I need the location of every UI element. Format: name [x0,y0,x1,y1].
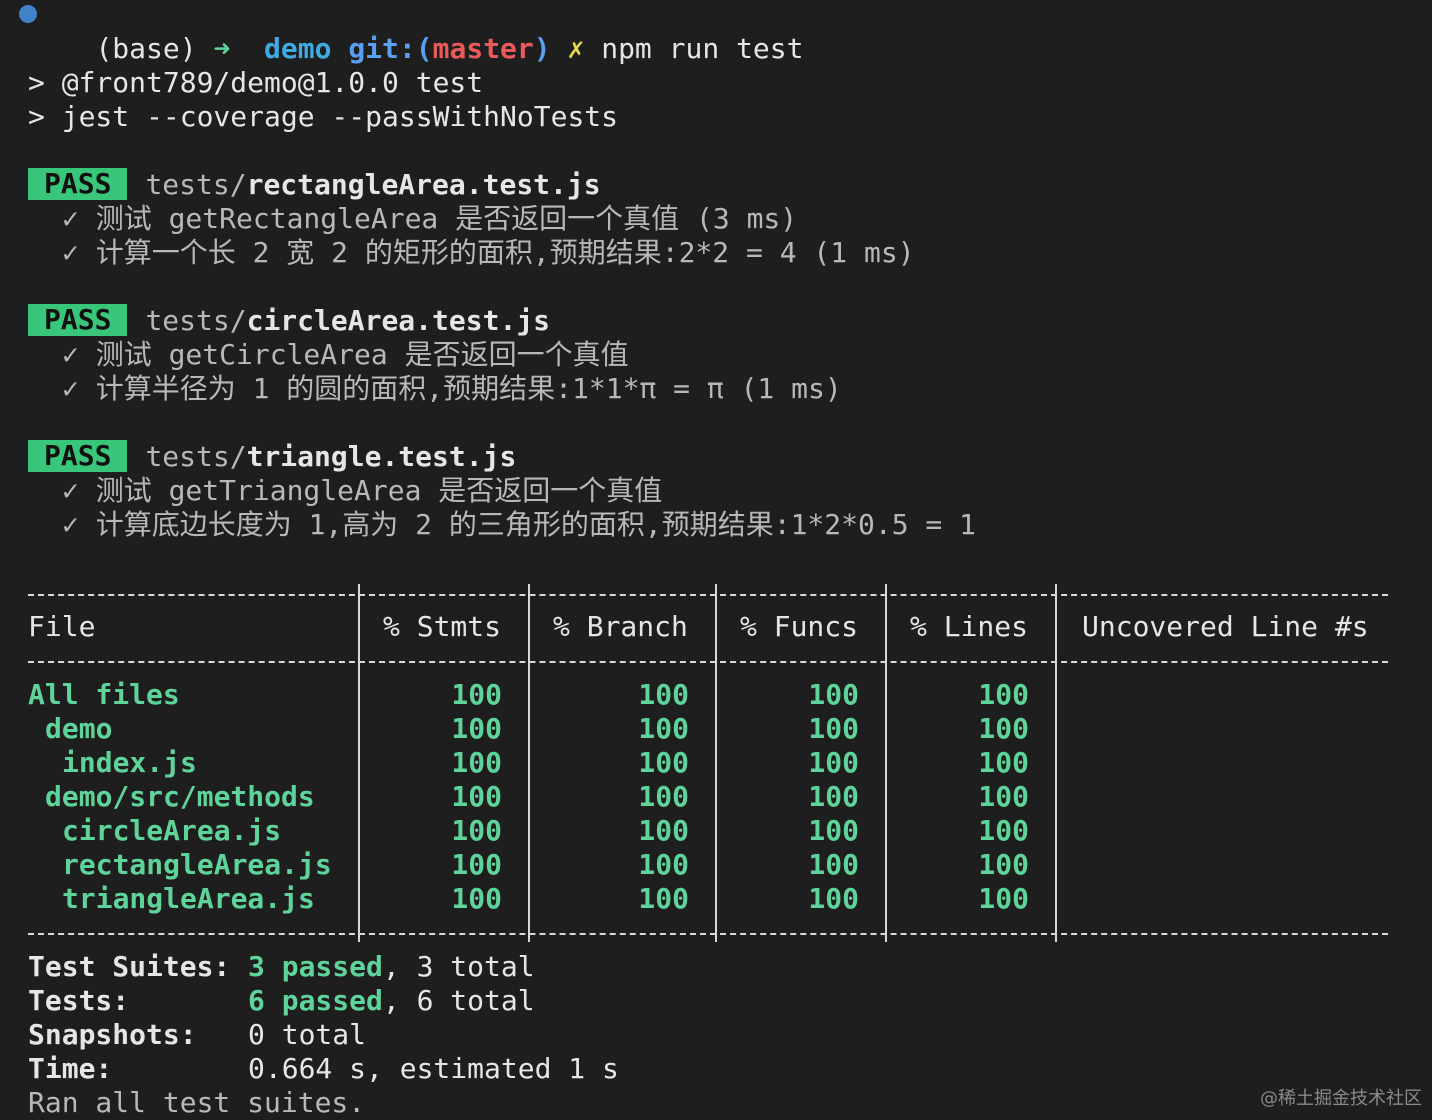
row-funcs: 100 [808,712,859,745]
row-stmts: 100 [451,780,502,813]
row-file: demo [45,712,113,745]
row-branch: 100 [638,848,689,881]
header-stmts: % Stmts [383,610,502,643]
terminal-window[interactable]: (base) ➜ demo git:(master) ✗ npm run tes… [0,0,1432,1119]
test-result: ✓ 计算半径为 1 的圆的面积,预期结果:1*1*π = π (1 ms) [62,372,842,405]
summary-total: , 6 total [382,984,535,1017]
suite-file: rectangleArea.test.js [246,168,601,201]
row-funcs: 100 [808,780,859,813]
table-divider [28,594,1388,598]
row-lines: 100 [978,678,1029,711]
row-file: circleArea.js [62,814,282,847]
row-lines: 100 [978,780,1029,813]
test-result: ✓ 测试 getRectangleArea 是否返回一个真值 (3 ms) [62,202,798,235]
header-uncovered: Uncovered Line #s [1082,610,1369,643]
table-row: triangleArea.js 100 100 100 100 [28,882,1388,916]
summary-label: Tests: [28,984,130,1017]
row-file: rectangleArea.js [62,848,332,881]
row-stmts: 100 [451,678,502,711]
row-stmts: 100 [451,848,502,881]
suite-path-prefix: tests/ [145,440,247,473]
row-file: All files [28,678,180,711]
suite-path-prefix: tests/ [145,168,247,201]
current-directory: demo [264,32,332,65]
test-result: ✓ 计算一个长 2 宽 2 的矩形的面积,预期结果:2*2 = 4 (1 ms) [62,236,915,269]
prompt-line: (base) ➜ demo git:(master) ✗ npm run tes… [19,0,804,65]
table-row: rectangleArea.js 100 100 100 100 [28,848,1388,882]
script-line-1: > @front789/demo@1.0.0 test [28,66,484,99]
row-funcs: 100 [808,882,859,915]
ran-all-message: Ran all test suites. [28,1086,366,1119]
row-branch: 100 [638,882,689,915]
pass-badge: PASS [28,168,128,200]
row-funcs: 100 [808,848,859,881]
row-file: index.js [62,746,197,779]
row-lines: 100 [978,746,1029,779]
row-file: triangleArea.js [62,882,315,915]
table-row: circleArea.js 100 100 100 100 [28,814,1388,848]
git-suffix: ) [533,32,551,65]
pass-badge: PASS [28,440,128,472]
test-result: ✓ 测试 getTriangleArea 是否返回一个真值 [62,474,663,507]
pass-badge: PASS [28,304,128,336]
header-lines: % Lines [910,610,1029,643]
row-branch: 100 [638,746,689,779]
script-line-2: > jest --coverage --passWithNoTests [28,100,619,133]
header-branch: % Branch [553,610,688,643]
row-branch: 100 [638,780,689,813]
summary-time: Time: 0.664 s, estimated 1 s [28,1052,1388,1086]
row-funcs: 100 [808,678,859,711]
watermark: @稀土掘金技术社区 [1260,1088,1422,1109]
summary-suites: Test Suites: 3 passed, 3 total [28,950,1388,984]
row-branch: 100 [638,814,689,847]
test-result: ✓ 测试 getCircleArea 是否返回一个真值 [62,338,629,371]
row-branch: 100 [638,712,689,745]
summary-value: 0 total [248,1018,367,1051]
conda-env: (base) [95,32,197,65]
summary-label: Test Suites: [28,950,231,983]
header-funcs: % Funcs [740,610,859,643]
table-header-row: File % Stmts % Branch % Funcs % Lines Un… [28,610,1388,644]
row-stmts: 100 [451,814,502,847]
row-file: demo/src/methods [45,780,315,813]
table-row: index.js 100 100 100 100 [28,746,1388,780]
suite-file: circleArea.test.js [246,304,551,337]
suite-header: PASS tests/triangle.test.js [28,440,516,474]
header-file: File [28,610,96,643]
row-funcs: 100 [808,814,859,847]
row-lines: 100 [978,882,1029,915]
git-dirty-icon: ✗ [567,32,585,65]
table-divider [28,933,1388,937]
table-row: demo 100 100 100 100 [28,712,1388,746]
row-stmts: 100 [451,746,502,779]
summary-value: 0.664 s, estimated 1 s [248,1052,619,1085]
table-divider [28,661,1388,665]
git-prefix: git:( [348,32,433,65]
summary-snapshots: Snapshots: 0 total [28,1018,1388,1052]
summary-label: Time: [28,1052,113,1085]
prompt-status-dot [19,5,37,23]
suite-path-prefix: tests/ [145,304,247,337]
suite-header: PASS tests/rectangleArea.test.js [28,168,601,202]
typed-command: npm run test [601,32,804,65]
row-lines: 100 [978,848,1029,881]
row-lines: 100 [978,814,1029,847]
prompt-arrow-icon: ➜ [213,32,231,65]
row-branch: 100 [638,678,689,711]
row-stmts: 100 [451,882,502,915]
summary-passed: 6 passed [248,984,383,1017]
summary-label: Snapshots: [28,1018,197,1051]
row-lines: 100 [978,712,1029,745]
table-row: demo/src/methods 100 100 100 100 [28,780,1388,814]
row-stmts: 100 [451,712,502,745]
table-row: All files 100 100 100 100 [28,678,1388,712]
suite-header: PASS tests/circleArea.test.js [28,304,550,338]
git-branch: master [432,32,534,65]
summary-passed: 3 passed [248,950,383,983]
test-result: ✓ 计算底边长度为 1,高为 2 的三角形的面积,预期结果:1*2*0.5 = … [62,508,977,541]
suite-file: triangle.test.js [246,440,517,473]
row-funcs: 100 [808,746,859,779]
summary-total: , 3 total [382,950,535,983]
summary-tests: Tests: 6 passed, 6 total [28,984,1388,1018]
